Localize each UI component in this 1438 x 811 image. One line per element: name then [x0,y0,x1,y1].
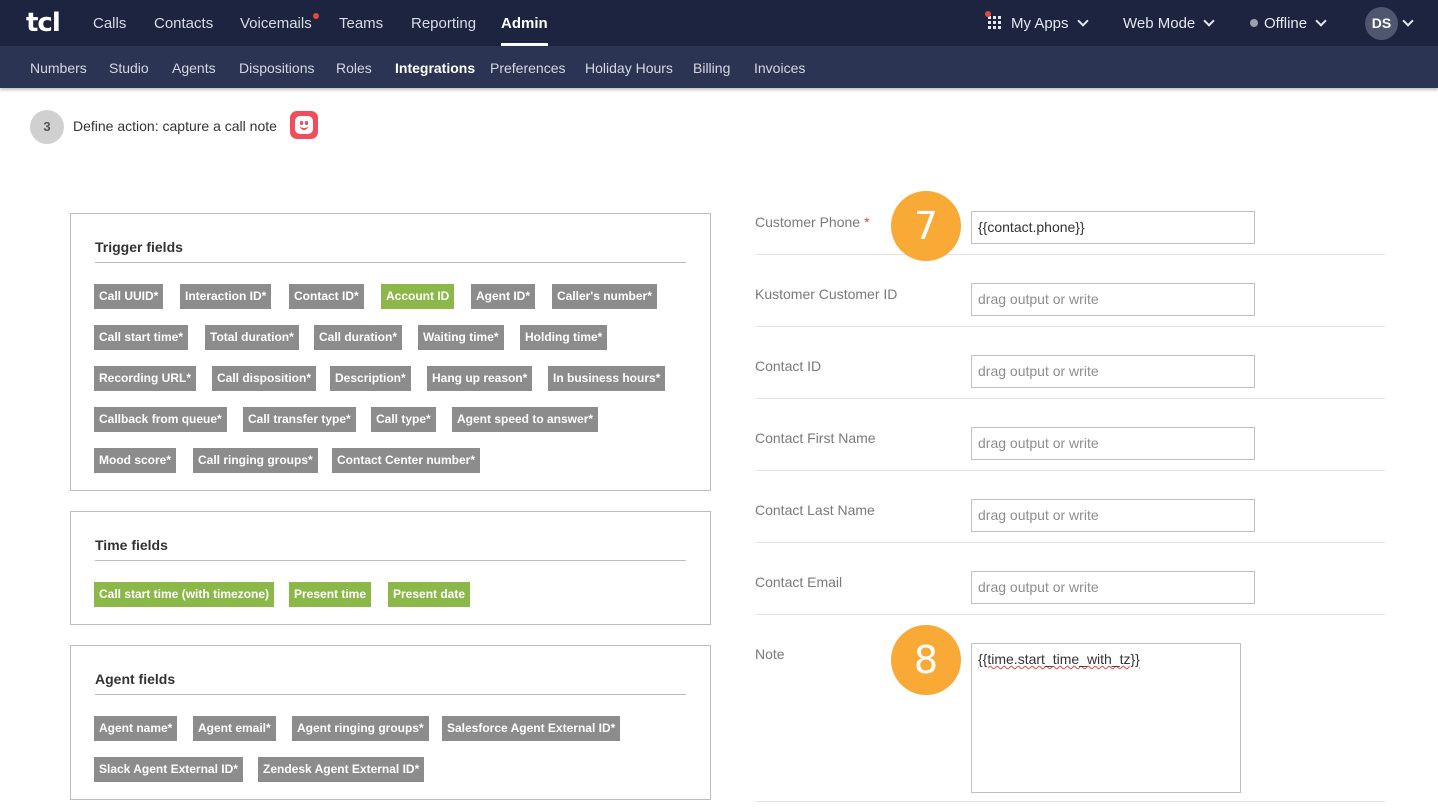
subnav-agents[interactable]: Agents [172,60,216,76]
divider [95,262,686,263]
nav-contacts[interactable]: Contacts [154,15,213,32]
subnav-dispositions[interactable]: Dispositions [239,60,314,76]
field-tag[interactable]: In business hours* [548,366,666,391]
status-menu[interactable]: Offline [1250,15,1327,32]
customer-phone-label: Customer Phone * [755,214,870,230]
contact-id-input[interactable]: drag output or write [971,355,1255,388]
contact-email-label: Contact Email [755,574,843,590]
voicemails-notification-dot [313,13,319,19]
kustomer-customer-id-input[interactable]: drag output or write [971,283,1255,316]
web-mode-menu[interactable]: Web Mode [1123,15,1215,32]
nav-teams[interactable]: Teams [339,15,383,32]
field-tag[interactable]: Zendesk Agent External ID* [258,757,425,782]
time-fields-panel: Time fields Call start time (with timezo… [70,511,711,625]
my-apps-label: My Apps [1011,15,1069,32]
status-label: Offline [1264,15,1308,32]
field-tag[interactable]: Mood score* [94,448,177,473]
contact-last-name-input[interactable]: drag output or write [971,499,1255,532]
field-tag[interactable]: Agent email* [193,716,276,741]
time-fields-title: Time fields [95,537,168,553]
account-menu-toggle[interactable] [1402,15,1414,32]
subnav-billing[interactable]: Billing [693,60,730,76]
nav-reporting[interactable]: Reporting [411,15,476,32]
field-tag[interactable]: Interaction ID* [180,284,272,309]
trigger-fields-panel: Trigger fields Call UUID* Interaction ID… [70,213,711,491]
field-tag[interactable]: Callback from queue* [94,407,227,432]
subnav-numbers[interactable]: Numbers [30,60,87,76]
avatar[interactable]: DS [1365,7,1398,40]
trigger-fields-title: Trigger fields [95,239,183,255]
nav-calls[interactable]: Calls [93,15,126,32]
note-textarea[interactable]: {{time.start_time_with_tz}} [971,643,1241,793]
contact-last-name-label: Contact Last Name [755,502,875,518]
kustomer-customer-id-label: Kustomer Customer ID [755,286,898,302]
step-title: Define action: capture a call note [73,118,277,134]
field-tag[interactable]: Salesforce Agent External ID* [442,716,621,741]
top-navigation-bar: tcl Calls Contacts Voicemails Teams Repo… [0,0,1438,46]
subnav-integrations[interactable]: Integrations [395,60,475,76]
step-badge-7: 7 [891,191,961,261]
field-tag[interactable]: Contact Center number* [332,448,481,473]
contact-id-label: Contact ID [755,358,822,374]
field-tag[interactable]: Call start time* [94,325,189,350]
web-mode-label: Web Mode [1123,15,1196,32]
field-tag[interactable]: Account ID [381,284,455,309]
field-tag[interactable]: Call duration* [314,325,403,350]
note-label: Note [755,646,785,662]
admin-sub-navigation: Numbers Studio Agents Dispositions Roles… [0,46,1438,88]
app-logo[interactable]: tcl [26,8,61,38]
contact-first-name-label: Contact First Name [755,430,876,446]
subnav-preferences[interactable]: Preferences [490,60,565,76]
field-tag[interactable]: Call UUID* [94,284,164,309]
nav-admin[interactable]: Admin [501,15,548,46]
field-tag[interactable]: Recording URL* [94,366,197,391]
chevron-down-icon [1203,15,1215,27]
chevron-down-icon [1315,15,1327,27]
field-tag[interactable]: Contact ID* [289,284,364,309]
step-badge-8: 8 [891,625,961,695]
status-dot-icon [1250,19,1258,27]
field-tag[interactable]: Holding time* [520,325,608,350]
divider [95,560,686,561]
chevron-down-icon [1402,15,1414,27]
divider [95,694,686,695]
contact-first-name-input[interactable]: drag output or write [971,427,1255,460]
subnav-roles[interactable]: Roles [336,60,372,76]
field-tag[interactable]: Agent ringing groups* [292,716,429,741]
step-number: 3 [30,110,64,144]
field-tag[interactable]: Call type* [371,407,436,432]
field-tag[interactable]: Waiting time* [418,325,504,350]
contact-email-input[interactable]: drag output or write [971,571,1255,604]
chevron-down-icon [1076,15,1089,27]
apps-notification-dot [985,11,991,17]
field-tag[interactable]: Agent speed to answer* [452,407,599,432]
subnav-studio[interactable]: Studio [109,60,149,76]
field-tag[interactable]: Call ringing groups* [193,448,318,473]
customer-phone-input[interactable]: {{contact.phone}} [971,211,1255,244]
field-tag[interactable]: Call transfer type* [243,407,356,432]
field-tag[interactable]: Caller's number* [552,284,657,309]
field-tag[interactable]: Description* [330,366,411,391]
my-apps-menu[interactable]: My Apps [1011,15,1089,32]
field-tag[interactable]: Present date [388,582,471,607]
field-tag[interactable]: Present time [289,582,372,607]
field-tag[interactable]: Total duration* [205,325,299,350]
apps-grid-icon[interactable] [988,16,1001,29]
nav-voicemails[interactable]: Voicemails [240,15,312,32]
agent-fields-title: Agent fields [95,671,176,687]
field-tag[interactable]: Call disposition* [212,366,317,391]
field-tag[interactable]: Agent name* [94,716,178,741]
agent-fields-panel: Agent fields Agent name* Agent email* Ag… [70,645,711,800]
subnav-holiday-hours[interactable]: Holiday Hours [585,60,673,76]
field-tag[interactable]: Slack Agent External ID* [94,757,243,782]
field-tag[interactable]: Agent ID* [471,284,535,309]
subnav-invoices[interactable]: Invoices [754,60,805,76]
field-tag[interactable]: Hang up reason* [427,366,533,391]
kustomer-logo-icon [290,111,318,139]
required-marker: * [864,214,870,230]
field-tag[interactable]: Call start time (with timezone) [94,582,275,607]
note-value: {{time.start_time_with_tz}} [978,651,1140,667]
